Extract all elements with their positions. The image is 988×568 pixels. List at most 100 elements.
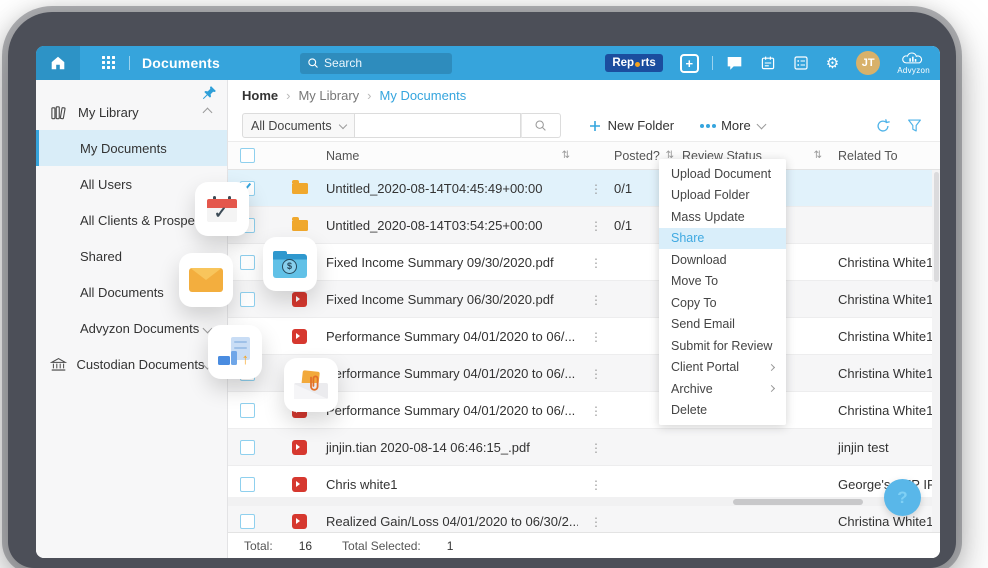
document-name[interactable]: Untitled_2020-08-14T03:54:25+00:00 <box>326 218 542 233</box>
chevron-icon[interactable] <box>202 107 213 117</box>
sort-icon[interactable] <box>562 150 570 161</box>
kebab-menu-icon[interactable] <box>590 218 602 233</box>
context-menu-item[interactable]: Copy To <box>659 292 786 314</box>
column-header-related-to[interactable]: Related To <box>838 149 898 163</box>
row-checkbox[interactable] <box>240 291 255 307</box>
global-search[interactable] <box>300 52 453 74</box>
gear-icon[interactable]: ⚙ <box>826 56 839 71</box>
chart-upload-icon: ↑ <box>218 337 252 367</box>
related-to-value[interactable]: Christina White1 <box>838 403 933 418</box>
filter-funnel-icon[interactable] <box>907 118 922 133</box>
table-row[interactable]: Untitled_2020-08-14T03:54:25+00:00 0/1 <box>228 207 940 244</box>
filter-search-button[interactable] <box>520 113 561 138</box>
document-name[interactable]: Performance Summary 04/01/2020 to 06/... <box>326 366 575 381</box>
kebab-menu-icon[interactable] <box>590 440 602 455</box>
scrollbar-thumb[interactable] <box>733 498 863 505</box>
row-checkbox[interactable] <box>240 513 255 529</box>
breadcrumb-library[interactable]: My Library <box>298 88 359 103</box>
breadcrumb-separator-icon: › <box>367 87 372 103</box>
document-filter-dropdown[interactable]: All Documents <box>242 113 355 138</box>
kebab-menu-icon[interactable] <box>590 329 602 344</box>
sidebar-item[interactable]: Advyzon Documents <box>36 310 227 346</box>
scrollbar-thumb[interactable] <box>933 172 939 282</box>
kebab-menu-icon[interactable] <box>590 366 602 381</box>
kebab-menu-icon[interactable] <box>590 292 602 307</box>
context-menu-item[interactable]: Share <box>659 227 786 249</box>
calendar-icon[interactable] <box>760 55 776 71</box>
help-button[interactable]: ? <box>884 479 921 516</box>
quick-add-button[interactable]: + <box>679 53 699 73</box>
new-folder-button[interactable]: New Folder <box>589 118 674 133</box>
topbar: Documents Reprts + <box>36 46 940 80</box>
horizontal-scrollbar[interactable] <box>228 497 932 506</box>
breadcrumb-current[interactable]: My Documents <box>380 88 467 103</box>
sidebar-item[interactable]: My Documents <box>36 130 227 166</box>
brand-logo[interactable]: Advyzon <box>897 52 930 75</box>
posted-value: 0/1 <box>614 180 633 196</box>
reports-button[interactable]: Rep rts <box>605 54 663 72</box>
kebab-menu-icon[interactable] <box>590 477 602 492</box>
sort-icon[interactable] <box>814 150 822 161</box>
sidebar-item[interactable]: My Library <box>36 94 227 130</box>
context-menu-item[interactable]: Client Portal <box>659 357 786 379</box>
apps-grid-icon[interactable] <box>102 55 117 71</box>
related-to-value[interactable]: Christina White1 <box>838 514 933 529</box>
kebab-menu-icon[interactable] <box>590 514 602 529</box>
sidebar-item[interactable]: Custodian Documents <box>36 346 227 382</box>
kebab-menu-icon[interactable] <box>590 403 602 418</box>
breadcrumb-home[interactable]: Home <box>242 88 278 103</box>
vertical-scrollbar[interactable] <box>932 170 940 532</box>
row-checkbox[interactable] <box>240 254 255 270</box>
column-header-name[interactable]: Name <box>326 149 359 163</box>
context-menu-item[interactable]: Move To <box>659 271 786 293</box>
refresh-icon[interactable] <box>875 118 891 134</box>
document-name[interactable]: Performance Summary 04/01/2020 to 06/... <box>326 329 575 344</box>
table-row[interactable]: Untitled_2020-08-14T04:45:49+00:00 0/1 <box>228 170 940 207</box>
context-menu-item[interactable]: Mass Update <box>659 206 786 228</box>
context-menu-item[interactable]: Download <box>659 249 786 271</box>
table-row[interactable]: Fixed Income Summary 06/30/2020.pdf Chri… <box>228 281 940 318</box>
table-row[interactable]: Fixed Income Summary 09/30/2020.pdf Chri… <box>228 244 940 281</box>
related-to-value[interactable]: Christina White1 <box>838 366 933 381</box>
checklist-icon[interactable] <box>793 55 809 71</box>
chat-icon[interactable] <box>726 55 743 71</box>
document-name[interactable]: Realized Gain/Loss 04/01/2020 to 06/30/2… <box>326 514 578 529</box>
table-row[interactable]: jinjin.tian 2020-08-14 06:46:15_.pdf jin… <box>228 429 940 466</box>
table-row[interactable]: Performance Summary 04/01/2020 to 06/...… <box>228 318 940 355</box>
column-header-posted[interactable]: Posted? <box>614 149 660 163</box>
more-dots-icon <box>700 123 705 128</box>
context-menu-item[interactable]: Submit for Review <box>659 335 786 357</box>
row-checkbox[interactable] <box>240 439 255 455</box>
table-row[interactable]: Realized Gain/Loss 04/01/2020 to 06/30/2… <box>228 503 940 532</box>
related-to-value[interactable]: jinjin test <box>838 440 889 455</box>
sidebar-item-label: All Documents <box>80 284 164 300</box>
context-menu-item-label: Delete <box>671 403 708 418</box>
select-all-checkbox[interactable] <box>240 148 255 163</box>
avatar[interactable]: JT <box>856 51 881 75</box>
kebab-menu-icon[interactable] <box>590 181 602 196</box>
related-to-value[interactable]: Christina White1 <box>838 292 933 307</box>
document-name[interactable]: Untitled_2020-08-14T04:45:49+00:00 <box>326 181 542 196</box>
related-to-value[interactable]: Christina White1 <box>838 329 933 344</box>
kebab-menu-icon[interactable] <box>590 255 602 270</box>
home-button[interactable] <box>36 46 80 80</box>
more-button[interactable]: More <box>700 118 767 133</box>
context-menu-item[interactable]: Upload Document <box>659 163 786 185</box>
pin-icon[interactable] <box>202 85 217 105</box>
document-name[interactable]: Chris white1 <box>326 477 398 492</box>
global-search-input[interactable] <box>324 56 435 70</box>
related-to-value[interactable]: Christina White1 <box>838 255 933 270</box>
document-name[interactable]: Performance Summary 04/01/2020 to 06/... <box>326 403 575 418</box>
stage: Documents Reprts + <box>0 0 988 568</box>
context-menu-item[interactable]: Send Email <box>659 314 786 336</box>
context-menu-item[interactable]: Upload Folder <box>659 185 786 207</box>
plus-icon <box>589 120 600 131</box>
context-menu-item[interactable]: Archive <box>659 378 786 400</box>
filter-search-input[interactable] <box>354 113 521 138</box>
context-menu-item[interactable]: Delete <box>659 400 786 422</box>
document-name[interactable]: Fixed Income Summary 06/30/2020.pdf <box>326 292 554 307</box>
row-checkbox[interactable] <box>240 476 255 492</box>
row-checkbox[interactable] <box>240 402 255 418</box>
document-name[interactable]: Fixed Income Summary 09/30/2020.pdf <box>326 255 554 270</box>
document-name[interactable]: jinjin.tian 2020-08-14 06:46:15_.pdf <box>326 440 530 455</box>
